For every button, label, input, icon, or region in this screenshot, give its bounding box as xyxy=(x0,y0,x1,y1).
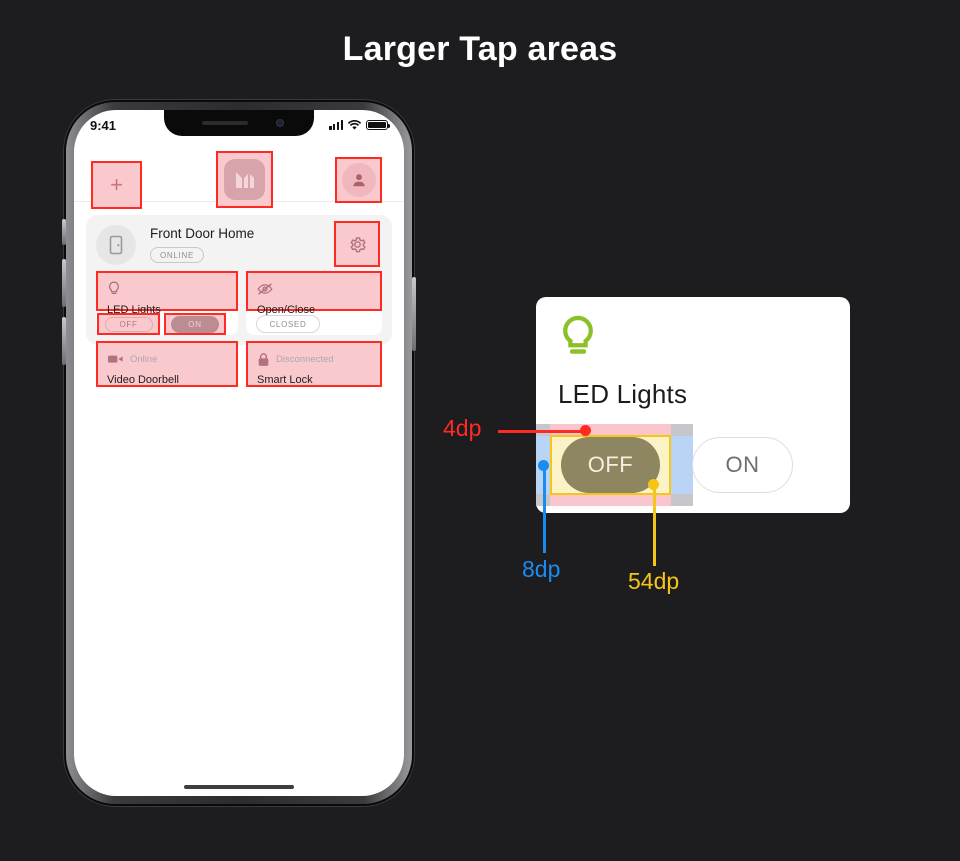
lightbulb-icon xyxy=(109,281,119,295)
open-close-icon-row xyxy=(257,280,371,298)
led-lights-tap-area[interactable]: LED Lights xyxy=(96,271,238,316)
lock-icon xyxy=(258,352,269,366)
led-on-pill: ON xyxy=(171,315,219,333)
phone-volume-up-button xyxy=(62,259,66,307)
open-close-tap-area[interactable]: Open/Close xyxy=(246,271,382,316)
leader-line-54dp xyxy=(653,484,656,566)
leader-line-4dp xyxy=(498,430,586,433)
phone-power-button xyxy=(412,277,416,351)
led-off-tap-area[interactable]: OFF xyxy=(97,313,160,335)
home-card: Front Door Home ONLINE LED Lights OFF ON… xyxy=(86,215,392,387)
phone-mute-switch xyxy=(62,219,66,245)
settings-button-tap-area[interactable] xyxy=(334,221,380,267)
status-bar-time: 9:41 xyxy=(90,117,117,133)
detail-title: LED Lights xyxy=(558,379,688,409)
smart-lock-tap-area[interactable]: Disconnected Smart Lock xyxy=(246,341,382,387)
phone-screen: 9:41 + Front Door Home ONLINE LED Lights… xyxy=(74,110,404,796)
home-card-header: Front Door Home ONLINE xyxy=(96,221,382,271)
phone-volume-down-button xyxy=(62,317,66,365)
leader-dot-4dp xyxy=(580,425,591,436)
person-avatar-icon xyxy=(341,163,376,197)
wifi-icon xyxy=(347,119,362,130)
leader-line-8dp xyxy=(543,465,546,553)
home-name: Front Door Home xyxy=(150,226,255,241)
led-lights-icon-row xyxy=(107,280,227,298)
smart-lock-icon-row: Disconnected xyxy=(257,350,371,368)
video-doorbell-name: Video Doorbell xyxy=(107,374,179,386)
video-doorbell-status: Online xyxy=(130,353,158,365)
annotation-label-54dp: 54dp xyxy=(628,568,680,594)
tile-smart-lock[interactable]: Disconnected Smart Lock xyxy=(246,341,382,387)
tile-open-close[interactable]: Open/Close CLOSED xyxy=(246,271,382,335)
profile-button-tap-area[interactable] xyxy=(335,157,382,203)
smart-lock-status: Disconnected xyxy=(276,353,334,365)
home-status-badge: ONLINE xyxy=(150,247,204,263)
status-bar-icons xyxy=(329,119,391,131)
phone-mockup: 9:41 + Front Door Home ONLINE LED Lights… xyxy=(62,99,416,807)
add-button-tap-area[interactable]: + xyxy=(91,161,142,209)
person-glyph-icon xyxy=(352,174,365,187)
app-top-bar: + xyxy=(74,140,404,209)
leader-dot-8dp xyxy=(538,460,549,471)
tile-video-doorbell[interactable]: Online Video Doorbell xyxy=(96,341,238,387)
smart-lock-name: Smart Lock xyxy=(257,374,313,386)
front-camera-icon xyxy=(276,119,284,127)
door-icon xyxy=(96,225,136,265)
video-camera-icon xyxy=(107,355,123,363)
app-logo-icon xyxy=(224,159,265,200)
battery-full-icon xyxy=(366,119,391,131)
annotation-corner-br xyxy=(671,494,693,506)
smart-lock-head: Disconnected Smart Lock xyxy=(248,343,380,392)
detail-off-button[interactable]: OFF xyxy=(561,437,660,493)
detail-on-button[interactable]: ON xyxy=(692,437,793,493)
video-doorbell-head: Online Video Doorbell xyxy=(98,343,236,392)
video-doorbell-tap-area[interactable]: Online Video Doorbell xyxy=(96,341,238,387)
app-logo-tap-area[interactable] xyxy=(216,151,273,208)
annotation-band-bottom-padding xyxy=(536,494,693,506)
annotation-label-4dp: 4dp xyxy=(443,415,482,441)
plus-icon: + xyxy=(110,172,123,197)
phone-notch xyxy=(164,110,314,136)
door-glyph-icon xyxy=(109,235,123,255)
leader-dot-54dp xyxy=(648,479,659,490)
led-off-pill: OFF xyxy=(104,316,153,332)
home-indicator xyxy=(184,785,294,789)
video-doorbell-icon-row: Online xyxy=(107,350,227,368)
tile-led-lights[interactable]: LED Lights OFF ON xyxy=(96,271,238,335)
page-title: Larger Tap areas xyxy=(342,30,618,68)
detail-bulb-icon xyxy=(558,315,598,368)
annotation-label-8dp: 8dp xyxy=(522,556,561,582)
logo-glyph-icon xyxy=(235,171,254,188)
annotation-corner-tr xyxy=(671,424,693,436)
earpiece-speaker-icon xyxy=(202,121,248,125)
cellular-signal-icon xyxy=(329,120,343,130)
open-close-status-pill[interactable]: CLOSED xyxy=(256,315,320,333)
lightbulb-icon xyxy=(563,315,593,354)
gear-icon xyxy=(350,236,366,252)
eye-slash-icon xyxy=(257,283,273,295)
screenshot-root: Larger Tap areas 9:41 + Front Door Home … xyxy=(0,0,960,861)
led-on-tap-area[interactable]: ON xyxy=(164,313,226,335)
